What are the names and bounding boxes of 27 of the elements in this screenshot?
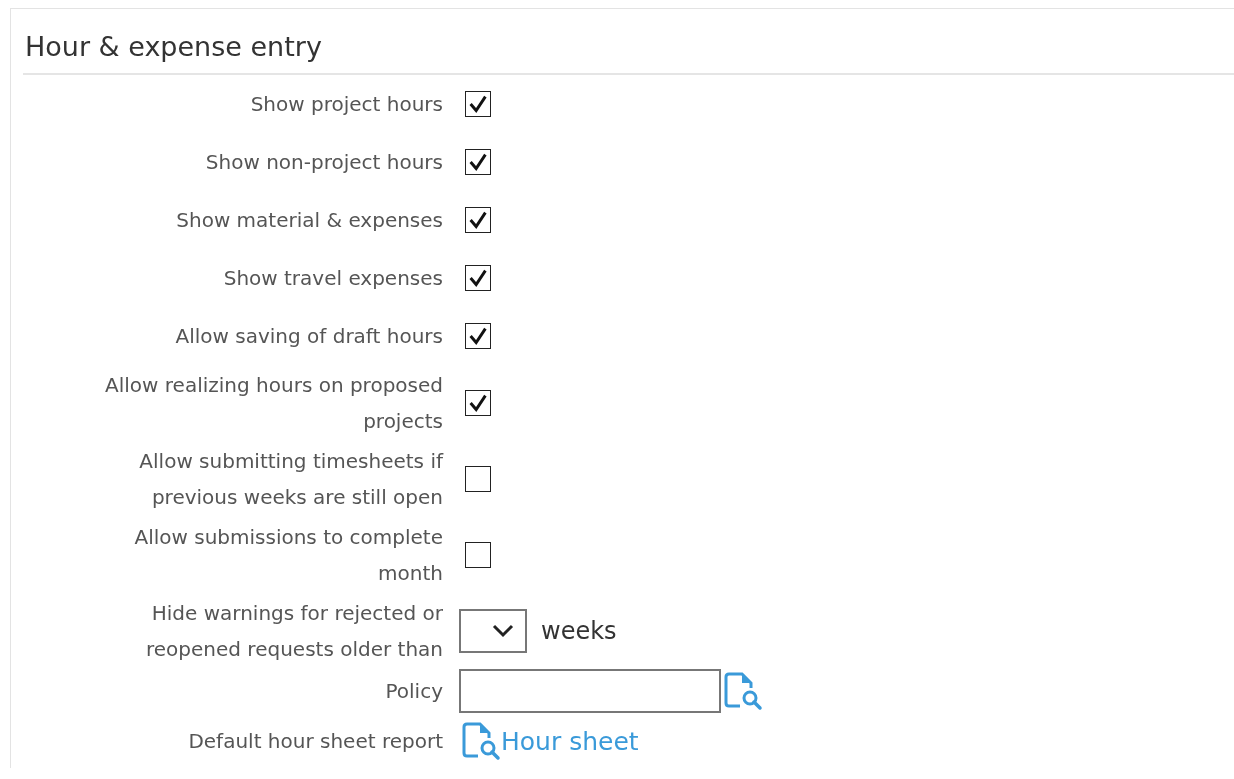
- checkbox[interactable]: [465, 466, 491, 492]
- setting-label: Hide warnings for rejected or reopened requests older than: [145, 600, 443, 663]
- unit-label: weeks: [541, 617, 617, 645]
- setting-label: Allow realizing hours on proposed projects: [104, 372, 443, 435]
- checkbox[interactable]: [465, 390, 491, 416]
- checkbox[interactable]: [465, 207, 491, 233]
- checkbox[interactable]: [465, 91, 491, 117]
- setting-label: Allow submitting timesheets if previous weeks are still open: [138, 448, 443, 511]
- document-search-icon[interactable]: [461, 721, 501, 761]
- setting-label: Default hour sheet report: [187, 728, 443, 755]
- checkbox[interactable]: [465, 149, 491, 175]
- policy-field[interactable]: [459, 669, 721, 713]
- weeks-dropdown[interactable]: [459, 609, 527, 653]
- setting-label: Policy: [384, 678, 443, 705]
- report-link[interactable]: Hour sheet: [501, 726, 639, 756]
- setting-label: Show project hours: [249, 91, 443, 118]
- setting-label: Show material & expenses: [175, 207, 443, 234]
- setting-label: Show travel expenses: [222, 265, 443, 292]
- setting-label: Allow saving of draft hours: [174, 323, 443, 350]
- caret-icon: [491, 623, 515, 639]
- section-title: Hour & expense entry: [23, 29, 1234, 75]
- checkbox[interactable]: [465, 542, 491, 568]
- setting-label: Show non-project hours: [204, 149, 443, 176]
- checkbox[interactable]: [465, 265, 491, 291]
- document-search-icon[interactable]: [723, 671, 763, 711]
- checkbox[interactable]: [465, 323, 491, 349]
- setting-label: Allow submissions to complete month: [133, 524, 443, 587]
